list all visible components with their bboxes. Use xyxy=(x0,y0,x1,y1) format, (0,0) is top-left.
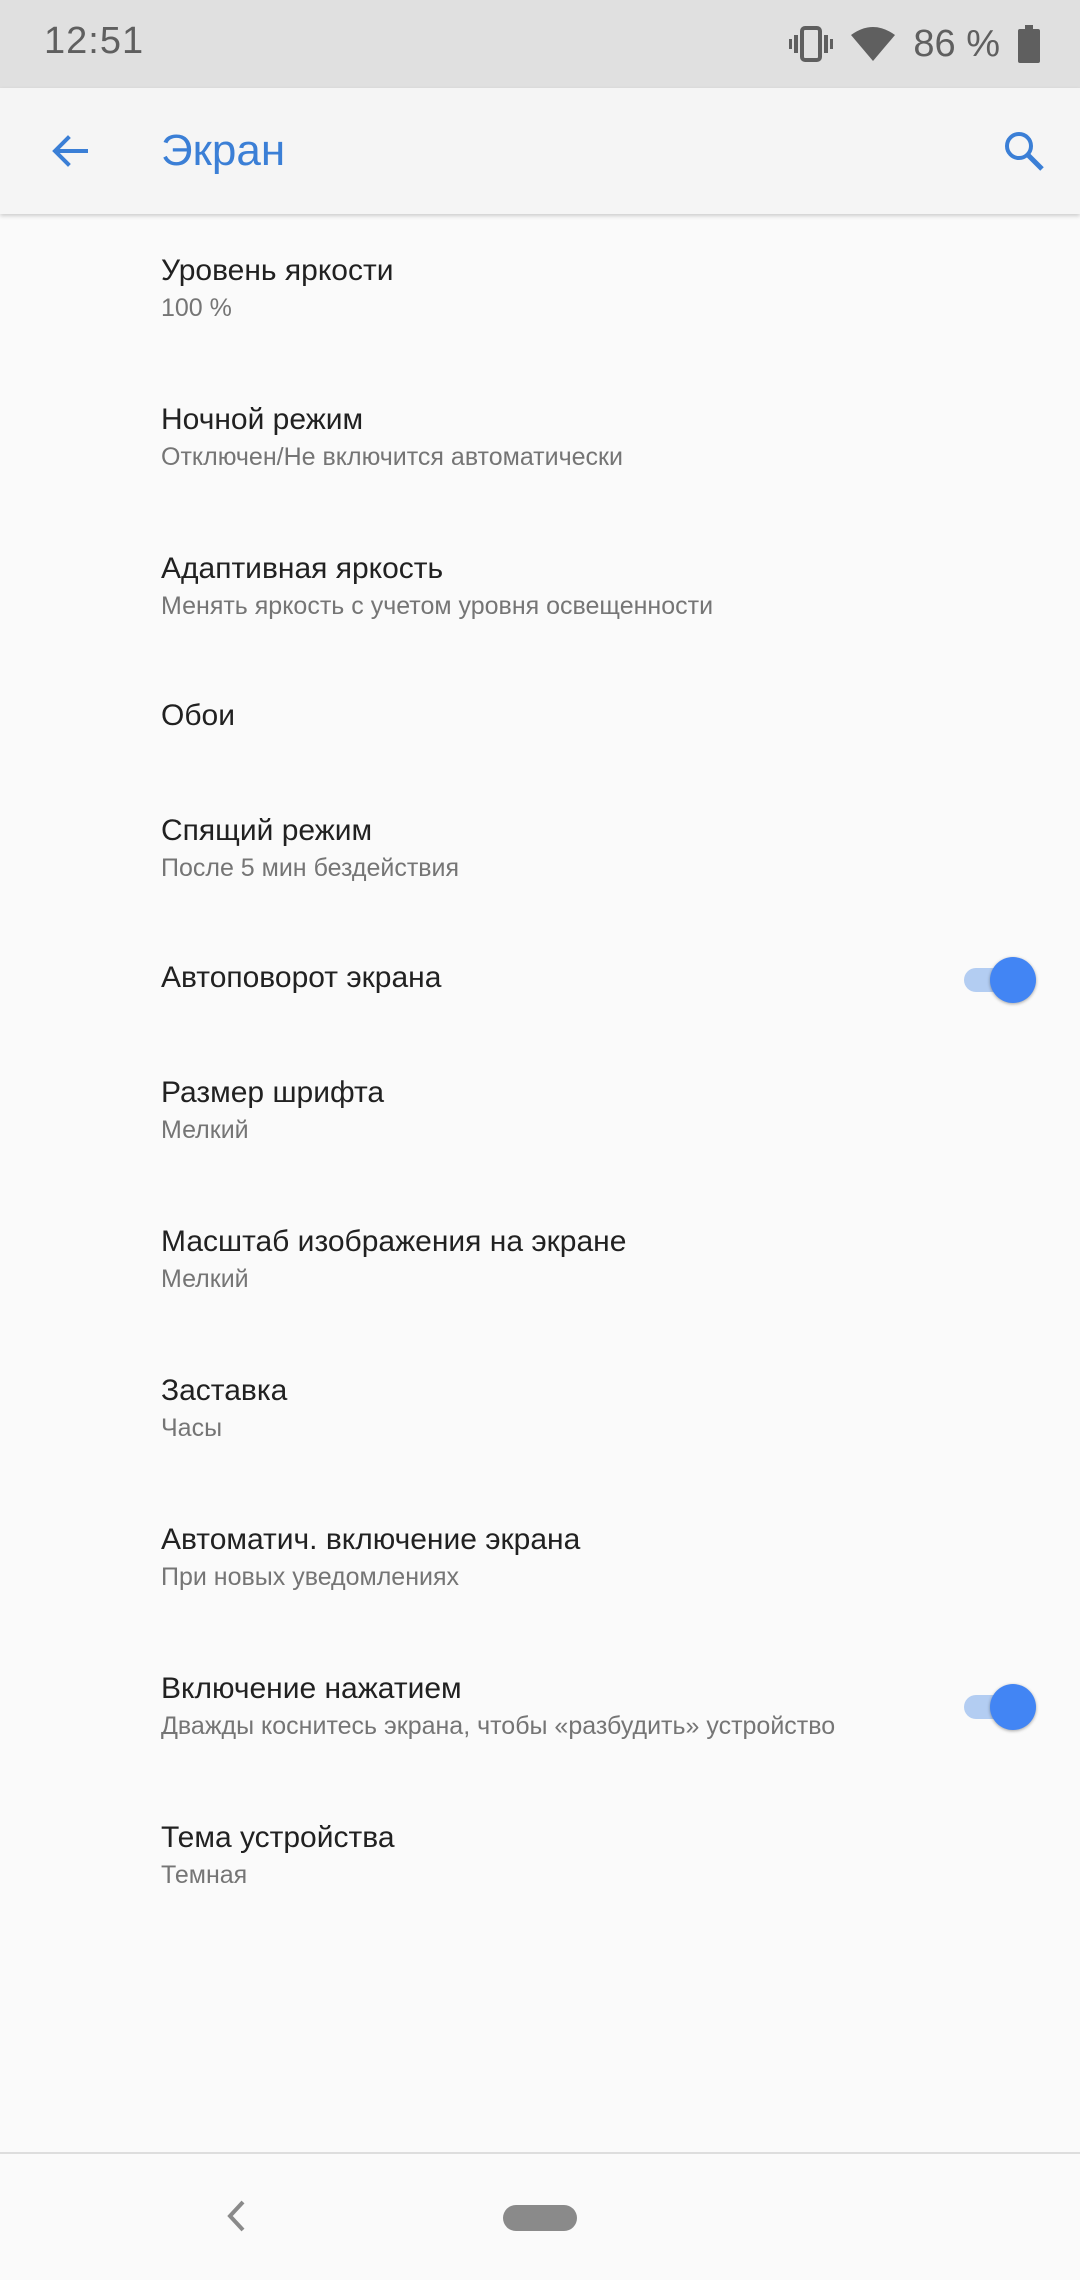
settings-list: Уровень яркости 100 % Ночной режим Отклю… xyxy=(0,214,1080,1930)
setting-title: Автоматич. включение экрана xyxy=(161,1523,581,1556)
setting-device-theme[interactable]: Тема устройства Темная xyxy=(0,1781,1080,1930)
wifi-icon xyxy=(851,27,896,61)
setting-summary: 100 % xyxy=(161,294,232,322)
setting-summary: После 5 мин бездействия xyxy=(161,854,460,882)
toggle-thumb xyxy=(990,956,1036,1003)
battery-percent: 86 % xyxy=(913,22,1000,65)
setting-adaptive-brightness[interactable]: Адаптивная яркость Менять яркость с учет… xyxy=(0,512,1080,661)
page-title: Экран xyxy=(161,126,286,175)
setting-sleep-mode[interactable]: Спящий режим После 5 мин бездействия xyxy=(0,774,1080,923)
setting-title: Спящий режим xyxy=(161,814,373,847)
setting-title: Автоповорот экрана xyxy=(161,961,442,994)
setting-title: Адаптивная яркость xyxy=(161,552,444,585)
setting-font-size[interactable]: Размер шрифта Мелкий xyxy=(0,1036,1080,1185)
auto-rotate-toggle[interactable] xyxy=(964,956,1036,1003)
setting-night-mode[interactable]: Ночной режим Отключен/Не включится автом… xyxy=(0,363,1080,512)
home-pill-icon[interactable] xyxy=(503,2205,577,2231)
status-time: 12:51 xyxy=(44,20,145,62)
setting-summary: Менять яркость с учетом уровня освещенно… xyxy=(161,592,714,620)
setting-summary: Часы xyxy=(161,1414,223,1442)
setting-title: Масштаб изображения на экране xyxy=(161,1225,627,1258)
setting-title: Тема устройства xyxy=(161,1821,395,1854)
toggle-thumb xyxy=(990,1683,1036,1730)
vibrate-icon xyxy=(789,26,834,62)
setting-auto-rotate[interactable]: Автоповорот экрана xyxy=(0,923,1080,1036)
app-bar: Экран xyxy=(0,88,1080,214)
setting-display-size[interactable]: Масштаб изображения на экране Мелкий xyxy=(0,1185,1080,1334)
setting-brightness-level[interactable]: Уровень яркости 100 % xyxy=(0,214,1080,363)
status-icons: 86 % xyxy=(789,18,1040,70)
back-arrow-icon[interactable] xyxy=(34,115,106,187)
setting-summary: Мелкий xyxy=(161,1265,249,1293)
battery-icon xyxy=(1018,25,1040,63)
tap-to-wake-toggle[interactable] xyxy=(964,1683,1036,1730)
setting-title: Ночной режим xyxy=(161,403,364,436)
setting-title: Обои xyxy=(161,699,235,732)
setting-tap-to-wake[interactable]: Включение нажатием Дважды коснитесь экра… xyxy=(0,1632,1080,1781)
status-bar: 12:51 86 % xyxy=(0,0,1080,88)
setting-summary: При новых уведомлениях xyxy=(161,1563,460,1591)
setting-title: Включение нажатием xyxy=(161,1672,462,1705)
setting-title: Размер шрифта xyxy=(161,1076,385,1109)
setting-title: Заставка xyxy=(161,1374,288,1407)
setting-screensaver[interactable]: Заставка Часы xyxy=(0,1334,1080,1483)
search-icon[interactable] xyxy=(988,115,1060,187)
setting-ambient-display[interactable]: Автоматич. включение экрана При новых ув… xyxy=(0,1483,1080,1632)
setting-summary: Темная xyxy=(161,1861,248,1889)
setting-summary: Дважды коснитесь экрана, чтобы «разбудит… xyxy=(161,1712,836,1740)
setting-summary: Мелкий xyxy=(161,1116,249,1144)
navigation-bar xyxy=(0,2152,1080,2280)
nav-back-icon[interactable] xyxy=(208,2188,264,2244)
setting-summary: Отключен/Не включится автоматически xyxy=(161,443,623,471)
setting-wallpaper[interactable]: Обои xyxy=(0,661,1080,774)
setting-title: Уровень яркости xyxy=(161,254,394,287)
